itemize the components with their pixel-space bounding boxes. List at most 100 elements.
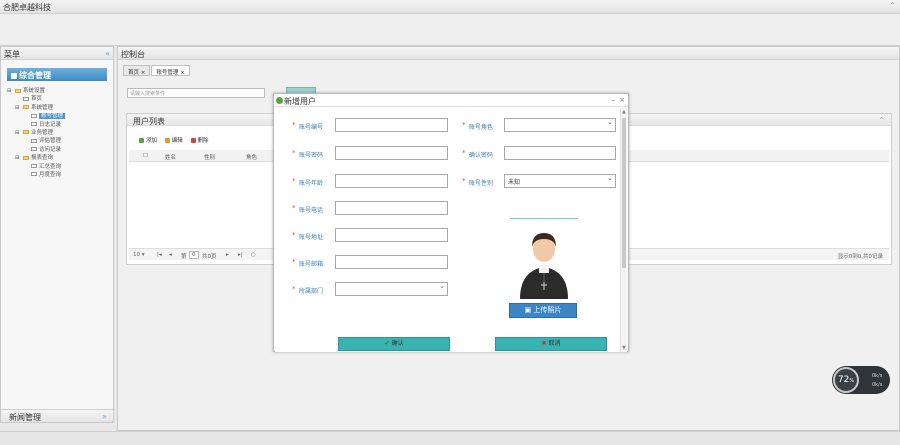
department-select[interactable] bbox=[335, 282, 448, 296]
column-header[interactable]: 性别 bbox=[204, 153, 215, 161]
dialog-title: 新增用户 bbox=[284, 97, 316, 106]
tree-node[interactable]: ⊟ 业务管理 bbox=[7, 129, 109, 137]
text-field[interactable] bbox=[504, 146, 616, 160]
user-photo bbox=[510, 218, 578, 299]
header-band bbox=[0, 14, 900, 46]
expand-down-icon[interactable]: » bbox=[102, 412, 107, 421]
folder-icon bbox=[23, 155, 29, 160]
download-speed: 0k/s bbox=[872, 382, 883, 388]
tree-toggle-icon[interactable]: ⊟ bbox=[15, 104, 20, 112]
tree-node[interactable]: 日志记录 bbox=[7, 121, 109, 129]
delete-button[interactable]: 删除 bbox=[190, 138, 209, 144]
cpu-gauge: 72% bbox=[833, 367, 859, 393]
collapse-up-icon[interactable]: ⌃ bbox=[878, 116, 885, 125]
tree-node-label: 日志记录 bbox=[39, 121, 62, 128]
select-all-checkbox[interactable]: ☐ bbox=[143, 153, 148, 159]
tree-node[interactable]: 评估管理 bbox=[7, 137, 109, 145]
collapse-up-icon[interactable]: ⌃ bbox=[889, 1, 896, 10]
field-label: 账号邮箱 bbox=[299, 261, 324, 268]
first-page-icon[interactable]: |◂ bbox=[157, 252, 162, 258]
footer bbox=[0, 431, 900, 445]
tree-toggle-icon[interactable]: ⊟ bbox=[15, 129, 20, 137]
scroll-up-icon[interactable]: ▲ bbox=[622, 109, 626, 115]
form-row: * 账号性别 未知 bbox=[462, 174, 622, 188]
document-icon bbox=[31, 138, 37, 143]
dialog-scrollbar[interactable]: ▲ ▼ bbox=[620, 108, 627, 352]
tree-node-label: 系统管理 bbox=[31, 104, 54, 111]
pager-summary: 显示0到0,共0记录 bbox=[837, 254, 883, 260]
tree-toggle-icon[interactable]: ⊟ bbox=[7, 87, 12, 95]
document-icon bbox=[31, 122, 37, 127]
edit-button[interactable]: 编辑 bbox=[164, 138, 183, 144]
tree-node[interactable]: ⊟ 报表查询 bbox=[7, 154, 109, 162]
search-input[interactable]: 请输入搜索条件 bbox=[127, 88, 265, 98]
column-header[interactable]: 角色 bbox=[246, 153, 257, 161]
dialog-body: *账号编号*账号密码*账号年龄*账号电话*账号地址*账号邮箱*所属部门 *账号角… bbox=[275, 108, 620, 352]
tree-node[interactable]: 访问记录 bbox=[7, 146, 109, 154]
column-header[interactable]: 姓名 bbox=[165, 153, 176, 161]
sidebar-bottom-section[interactable]: 新闻管理 » bbox=[1, 409, 113, 422]
sidebar: 菜单 « 综合管理 ⊟ 系统设置 首页 ⊟ 系统管理 账号管理 日志记录 ⊟ 业务管理 评估管理访… bbox=[0, 46, 114, 423]
page-input[interactable]: 0 bbox=[189, 251, 199, 259]
tree-node[interactable]: 首页 bbox=[7, 95, 109, 103]
text-field[interactable] bbox=[335, 228, 448, 242]
panel-title: 用户列表 bbox=[133, 117, 165, 126]
document-icon bbox=[31, 164, 37, 169]
network-speed-widget[interactable]: 72% 0k/s 0k/s bbox=[832, 366, 890, 394]
page-size-select[interactable]: 10 ▾ bbox=[133, 252, 145, 258]
confirm-button[interactable]: ✔ 确认 bbox=[338, 337, 450, 351]
section-title[interactable]: 综合管理 bbox=[7, 68, 107, 81]
form-row: * 账号角色 bbox=[462, 118, 622, 132]
upload-photo-button[interactable]: ▣ 上传照片 bbox=[509, 303, 577, 318]
bottom-section-label: 新闻管理 bbox=[9, 413, 41, 422]
text-field[interactable] bbox=[335, 201, 448, 215]
app-title-bar: 合肥卓越科技 ⌃ bbox=[0, 0, 900, 14]
tree-node[interactable]: 汇总查询 bbox=[7, 163, 109, 171]
field-label: 所属部门 bbox=[299, 288, 324, 295]
document-icon bbox=[23, 96, 29, 101]
field-label: 账号地址 bbox=[299, 234, 324, 241]
form-row: * 账号密码 bbox=[292, 146, 452, 160]
tree-node[interactable]: 月度查询 bbox=[7, 171, 109, 179]
tree-node-label: 业务管理 bbox=[31, 129, 54, 136]
required-mark: * bbox=[292, 204, 296, 212]
select-field[interactable]: 未知 bbox=[504, 174, 616, 188]
form-row: * 所属部门 bbox=[292, 282, 452, 296]
close-icon[interactable]: × bbox=[619, 96, 625, 104]
tree-node[interactable]: ⊟ 系统管理 bbox=[7, 104, 109, 112]
form-row: * 账号编号 bbox=[292, 118, 452, 132]
scroll-thumb[interactable] bbox=[622, 118, 626, 268]
text-field[interactable] bbox=[335, 146, 448, 160]
folder-icon bbox=[23, 105, 29, 110]
tab-home[interactable]: 首页 × bbox=[123, 65, 151, 76]
form-row: * 账号邮箱 bbox=[292, 255, 452, 269]
tree-node[interactable]: ⊟ 系统设置 bbox=[7, 87, 109, 95]
tree-toggle-icon[interactable]: ⊟ bbox=[15, 154, 20, 162]
page-total: 共0页 bbox=[202, 254, 217, 260]
tree-node-label: 系统设置 bbox=[23, 88, 46, 94]
collapse-left-icon[interactable]: « bbox=[105, 49, 110, 58]
cancel-button[interactable]: ✖ 取消 bbox=[495, 337, 607, 351]
scroll-down-icon[interactable]: ▼ bbox=[622, 345, 626, 351]
main-header-label: 控制台 bbox=[121, 50, 145, 59]
field-label: 确认密码 bbox=[469, 152, 494, 159]
required-mark: * bbox=[292, 177, 296, 185]
form-row: * 账号电话 bbox=[292, 201, 452, 215]
folder-icon bbox=[23, 130, 29, 135]
select-field[interactable] bbox=[504, 118, 616, 132]
required-mark: * bbox=[292, 121, 296, 129]
form-row: * 账号年龄 bbox=[292, 174, 452, 188]
add-button[interactable]: 添加 bbox=[139, 138, 157, 144]
minimize-icon[interactable]: – bbox=[612, 96, 616, 104]
required-mark: * bbox=[292, 285, 296, 293]
text-field[interactable] bbox=[335, 118, 448, 132]
tree-node[interactable]: 账号管理 bbox=[7, 112, 109, 120]
prev-page-icon[interactable]: ◂ bbox=[169, 252, 172, 258]
tab-accounts[interactable]: 账号管理 × bbox=[151, 65, 190, 76]
refresh-icon[interactable]: ○ bbox=[251, 252, 256, 258]
last-page-icon[interactable]: ▸| bbox=[238, 252, 243, 258]
text-field[interactable] bbox=[335, 255, 448, 269]
form-row: * 确认密码 bbox=[462, 146, 622, 160]
text-field[interactable] bbox=[335, 174, 448, 188]
next-page-icon[interactable]: ▸ bbox=[226, 252, 229, 258]
